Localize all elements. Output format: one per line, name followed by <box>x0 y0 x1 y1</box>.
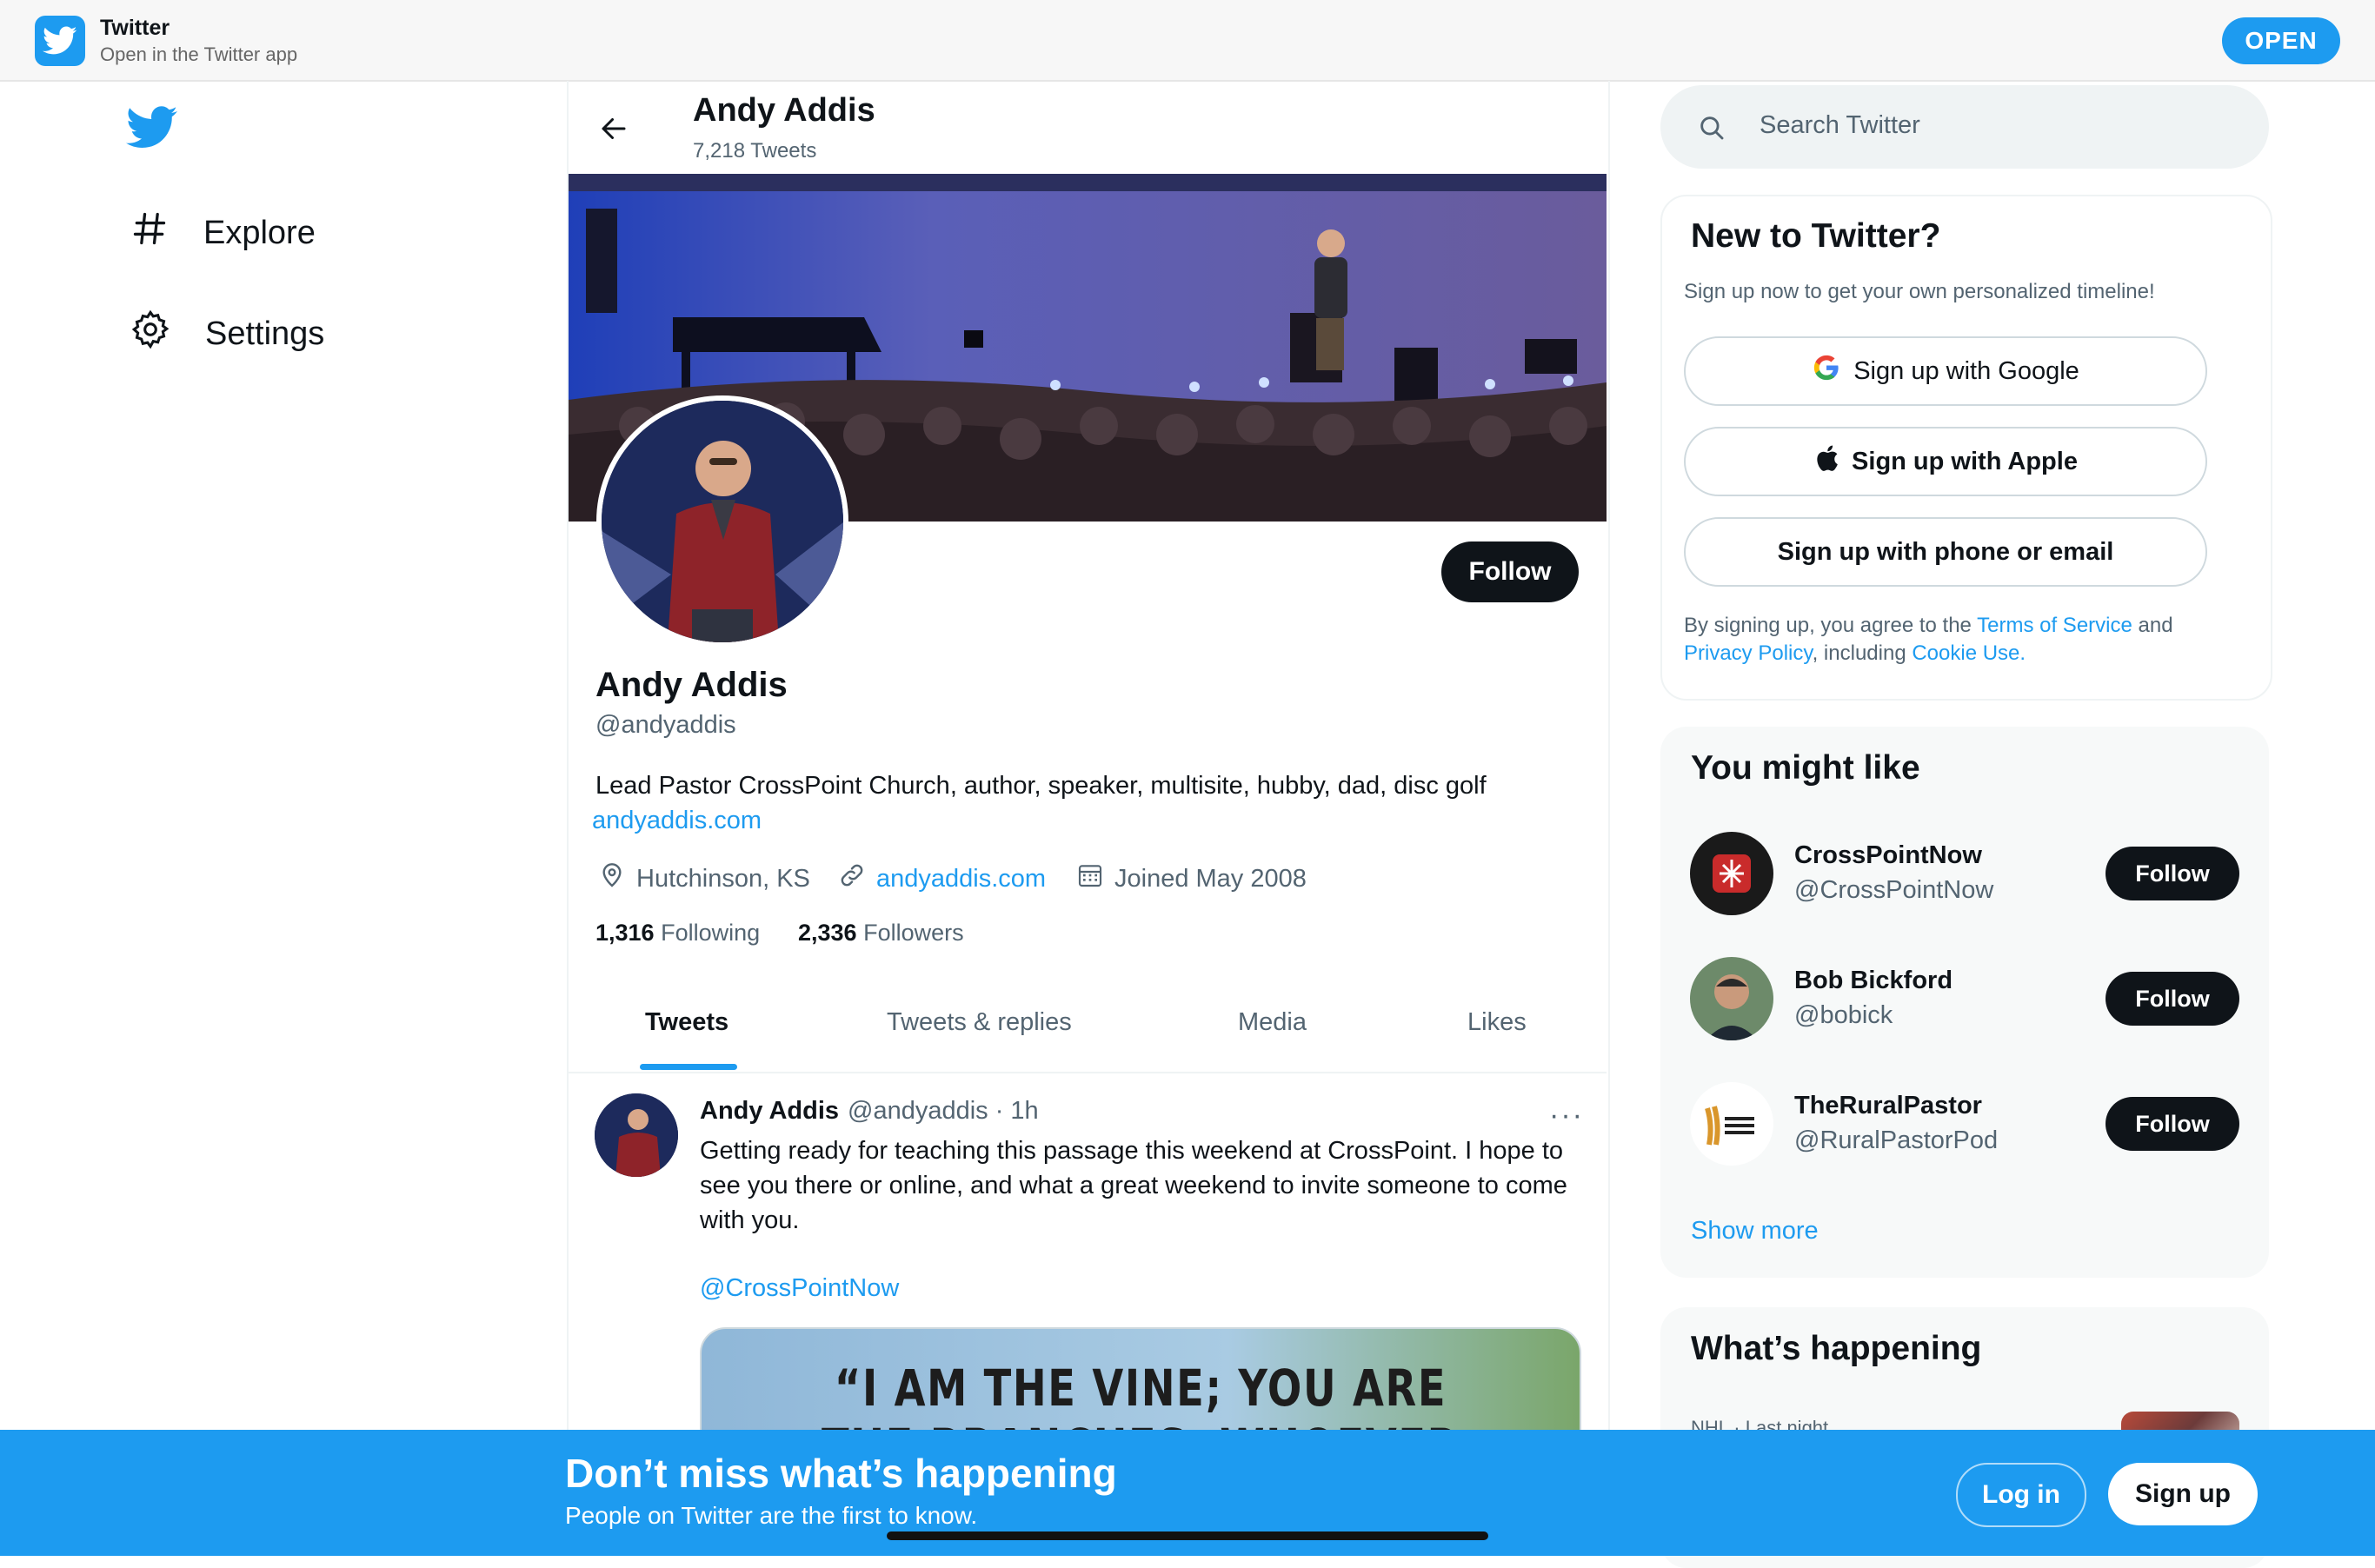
app-banner-subtitle: Open in the Twitter app <box>100 43 298 65</box>
follow-button[interactable]: Follow <box>1441 541 1579 602</box>
search-box[interactable] <box>1660 85 2269 169</box>
nav-settings-label: Settings <box>205 315 325 352</box>
signup-terms: By signing up, you agree to the Terms of… <box>1684 612 2240 668</box>
signup-google-button[interactable]: Sign up with Google <box>1684 336 2207 406</box>
following-stat[interactable]: 1,316 Following <box>595 920 760 947</box>
tweet-more-icon[interactable]: ··· <box>1549 1099 1584 1133</box>
tweet-avatar[interactable] <box>595 1093 678 1177</box>
followers-label: Followers <box>863 920 964 946</box>
nav-settings[interactable]: Settings <box>130 308 324 360</box>
privacy-policy-link[interactable]: Privacy Policy <box>1684 641 1813 665</box>
apple-icon <box>1813 443 1839 480</box>
back-arrow-icon[interactable] <box>598 113 629 149</box>
suggestion-avatar-ruralpastor[interactable] <box>1690 1082 1773 1166</box>
terms-prefix: By signing up, you agree to the <box>1684 614 1978 637</box>
show-more-link[interactable]: Show more <box>1691 1217 1819 1246</box>
profile-name: Andy Addis <box>595 666 788 704</box>
profile-joined: Joined May 2008 <box>1076 860 1307 897</box>
nav-explore-label: Explore <box>203 214 316 251</box>
tab-tweets-label: Tweets <box>645 1008 729 1036</box>
tweet-handle-time: @andyaddis · 1h <box>848 1097 1039 1125</box>
whats-happening-title: What’s happening <box>1691 1330 1982 1367</box>
signup-phone-email-label: Sign up with phone or email <box>1777 537 2114 566</box>
tab-tweets-replies-label: Tweets & replies <box>887 1008 1072 1036</box>
tabs-divider <box>569 1072 1607 1073</box>
app-banner-title: Twitter <box>100 16 170 40</box>
signup-apple-button[interactable]: Sign up with Apple <box>1684 427 2207 496</box>
followers-count: 2,336 <box>798 920 857 946</box>
tab-tweets[interactable]: Tweets <box>645 1008 728 1037</box>
profile-avatar[interactable] <box>596 395 848 648</box>
terms-including: , including <box>1812 641 1913 665</box>
cookie-use-link[interactable]: Cookie Use. <box>1912 641 2026 665</box>
hashtag-icon <box>130 209 169 256</box>
signup-phone-email-button[interactable]: Sign up with phone or email <box>1684 517 2207 587</box>
bio-link[interactable]: andyaddis.com <box>592 807 762 835</box>
sign-up-button[interactable]: Sign up <box>2108 1463 2258 1525</box>
google-icon <box>1812 353 1841 389</box>
profile-bio: Lead Pastor CrossPoint Church, author, s… <box>595 772 1487 800</box>
location-text: Hutchinson, KS <box>636 864 810 893</box>
profile-website[interactable]: andyaddis.com <box>838 860 1046 897</box>
twitter-logo-icon[interactable] <box>126 106 178 154</box>
new-to-twitter-title: New to Twitter? <box>1691 217 1941 255</box>
app-banner <box>0 0 2375 82</box>
suggestion-follow-button[interactable]: Follow <box>2106 1097 2239 1151</box>
search-icon <box>1697 113 1726 147</box>
new-to-twitter-subtitle: Sign up now to get your own personalized… <box>1684 280 2155 303</box>
tab-likes-label: Likes <box>1467 1008 1527 1036</box>
tab-tweets-replies[interactable]: Tweets & replies <box>887 1008 1072 1037</box>
header-tweet-count: 7,218 Tweets <box>693 139 817 163</box>
suggestion-name[interactable]: TheRuralPastor <box>1794 1092 1982 1120</box>
following-count: 1,316 <box>595 920 655 946</box>
search-input[interactable]: Search Twitter <box>1760 111 1920 140</box>
suggestion-avatar-crosspointnow[interactable] <box>1690 832 1773 915</box>
location-pin-icon <box>598 861 626 896</box>
calendar-icon <box>1076 861 1104 896</box>
signup-apple-label: Sign up with Apple <box>1852 447 2078 475</box>
you-might-like-title: You might like <box>1691 749 1920 787</box>
followers-stat[interactable]: 2,336 Followers <box>798 920 964 947</box>
tab-likes[interactable]: Likes <box>1467 1008 1527 1037</box>
suggestion-follow-button[interactable]: Follow <box>2106 972 2239 1026</box>
joined-text: Joined May 2008 <box>1114 864 1307 893</box>
home-indicator <box>887 1531 1488 1540</box>
suggestion-handle: @bobick <box>1794 1001 1893 1029</box>
link-icon <box>838 861 866 896</box>
open-in-app-button[interactable]: OPEN <box>2222 17 2340 64</box>
twitter-app-icon[interactable] <box>35 16 85 66</box>
signup-google-label: Sign up with Google <box>1853 356 2079 385</box>
gear-icon <box>130 309 170 358</box>
profile-location: Hutchinson, KS <box>598 860 810 897</box>
nav-explore[interactable]: Explore <box>130 207 316 259</box>
bottom-bar-subtitle: People on Twitter are the first to know. <box>565 1502 978 1529</box>
tab-media-label: Media <box>1238 1008 1307 1036</box>
website-text[interactable]: andyaddis.com <box>876 865 1046 894</box>
suggestion-handle: @RuralPastorPod <box>1794 1126 1999 1154</box>
tweet-mention-link[interactable]: @CrossPointNow <box>700 1274 899 1303</box>
active-tab-indicator <box>640 1064 737 1070</box>
suggestion-name[interactable]: Bob Bickford <box>1794 967 1953 995</box>
log-in-button[interactable]: Log in <box>1956 1463 2086 1527</box>
suggestion-name[interactable]: CrossPointNow <box>1794 841 1982 870</box>
header-profile-name: Andy Addis <box>693 92 875 129</box>
tab-media[interactable]: Media <box>1238 1008 1307 1037</box>
profile-handle: @andyaddis <box>595 711 736 739</box>
suggestion-follow-button[interactable]: Follow <box>2106 847 2239 900</box>
bottom-bar-title: Don’t miss what’s happening <box>565 1451 1117 1496</box>
suggestion-handle: @CrossPointNow <box>1794 876 1994 904</box>
suggestion-avatar-bobick[interactable] <box>1690 957 1773 1040</box>
tweet-text: Getting ready for teaching this passage … <box>700 1137 1567 1234</box>
terms-of-service-link[interactable]: Terms of Service <box>1977 614 2132 637</box>
terms-and: and <box>2132 614 2173 637</box>
following-label: Following <box>661 920 761 946</box>
tweet-author-name[interactable]: Andy Addis <box>700 1097 839 1126</box>
